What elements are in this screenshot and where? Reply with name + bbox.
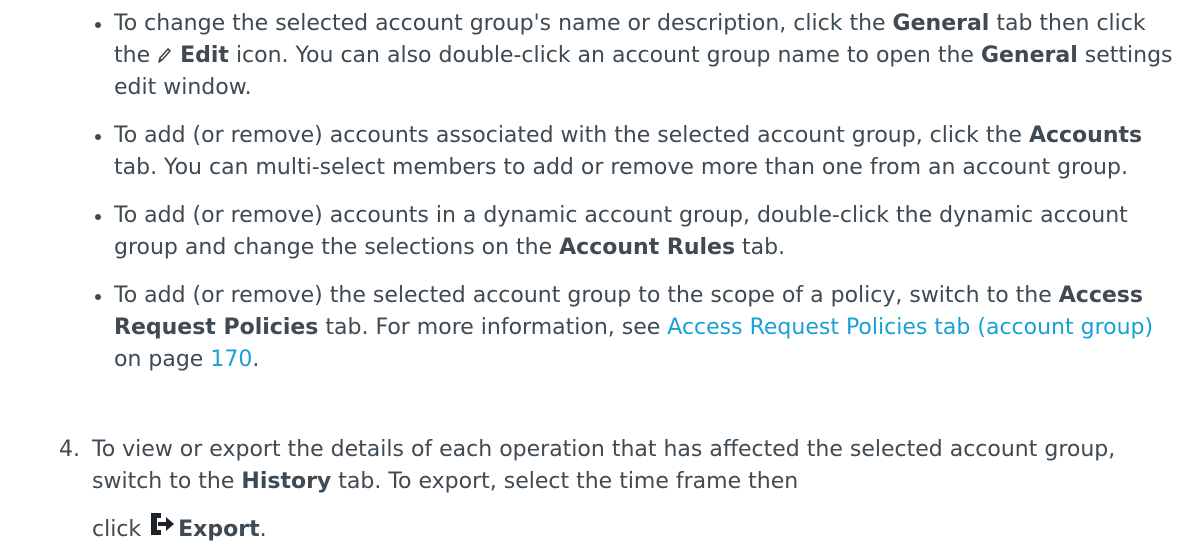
text: . [252,347,260,372]
text: To add (or remove) accounts associated w… [114,123,1029,148]
step-number: 4. [59,437,80,462]
account-rules-label: Account Rules [559,235,736,260]
edit-label: Edit [180,43,229,68]
bullet-dot [95,294,101,300]
page-number-link[interactable]: 170 [210,347,252,372]
text: tab. You can multi-select members to add… [114,155,1128,180]
history-tab-label: History [241,469,332,494]
step-4: 4. To view or export the details of each… [0,434,1186,546]
export-icon [151,513,175,535]
list-item-account-rules: To add (or remove) accounts in a dynamic… [0,200,1186,264]
text: tab. To export, select the time frame th… [331,469,799,494]
bullet-dot [95,22,101,28]
text: To change the selected account group's n… [114,11,893,36]
step-body: To view or export the details of each op… [0,434,1186,546]
list-item-accounts-tab: To add (or remove) accounts associated w… [0,120,1186,184]
document-page: To change the selected account group's n… [0,0,1186,549]
list-item-general-tab: To change the selected account group's n… [0,8,1186,104]
text: on page [114,347,211,372]
general-settings-label: General [980,43,1078,68]
text: tab. For more information, see [318,315,668,340]
general-tab-label: General [892,11,990,36]
text: icon. You can also double-click an accou… [228,43,981,68]
text: tab. [735,235,786,260]
bullet-list: To change the selected account group's n… [0,0,1186,392]
export-line: click Export. [92,510,1180,546]
bullet-dot [95,134,101,140]
list-item-access-request-policies: To add (or remove) the selected account … [0,280,1186,376]
access-request-policies-link[interactable]: Access Request Policies tab (account gro… [667,315,1153,340]
export-label: Export [178,517,260,542]
bullet-dot [95,214,101,220]
pencil-icon [158,48,171,63]
text: . [259,517,267,542]
text: click [92,517,149,542]
accounts-tab-label: Accounts [1028,123,1143,148]
text: To add (or remove) the selected account … [114,283,1059,308]
